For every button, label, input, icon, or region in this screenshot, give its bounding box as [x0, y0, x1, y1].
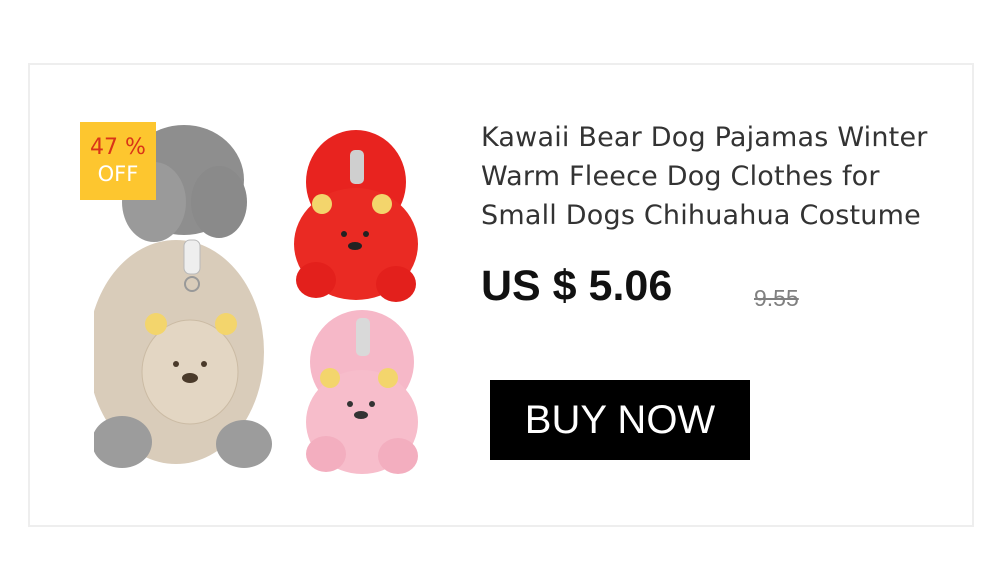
discount-off-label: OFF — [97, 161, 139, 186]
original-price: 9.55 — [754, 285, 799, 311]
current-price: US $ 5.06 — [481, 262, 673, 310]
discount-percent: 47 % — [90, 135, 146, 161]
discount-badge: 47 % OFF — [80, 122, 156, 200]
pink-outfit-illustration — [306, 310, 418, 474]
buy-now-button[interactable]: BUY NOW — [490, 380, 750, 460]
red-outfit-illustration — [294, 130, 418, 302]
product-title[interactable]: Kawaii Bear Dog Pajamas Winter Warm Flee… — [481, 118, 951, 235]
